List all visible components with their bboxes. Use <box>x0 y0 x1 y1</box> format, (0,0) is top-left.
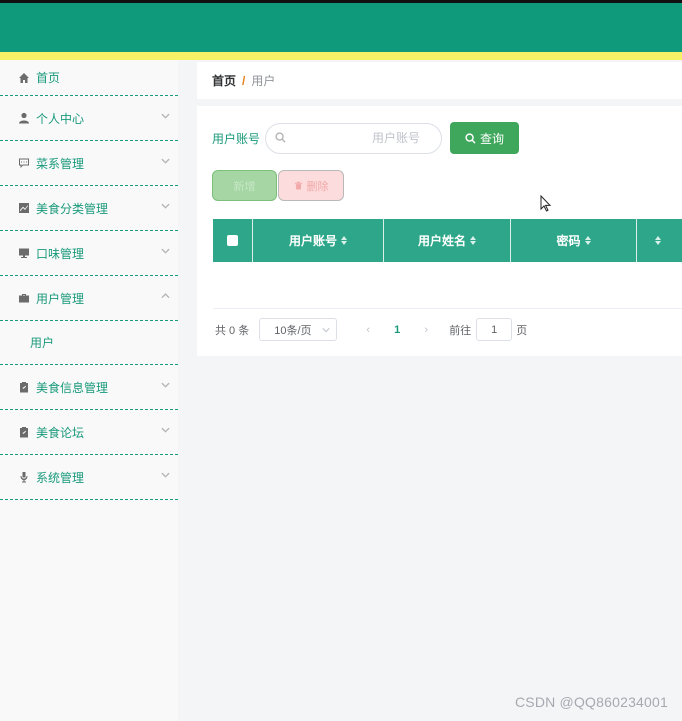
search-input-wrapper <box>265 122 442 154</box>
clipboard-icon <box>17 426 30 439</box>
sidebar-item-flavor[interactable]: 口味管理 <box>0 231 178 276</box>
search-icon <box>465 132 476 144</box>
header-stripe <box>0 52 682 60</box>
sidebar-item-food-info[interactable]: 美食信息管理 <box>0 365 178 410</box>
page-size-select[interactable]: 10条/页 <box>259 318 338 341</box>
content-panel: 用户账号 查询 新增 删除 用户账号 用户姓名 密码 <box>197 106 682 356</box>
breadcrumb: 首页 / 用户 <box>197 62 682 99</box>
next-page-icon[interactable]: › <box>413 324 439 336</box>
breadcrumb-home[interactable]: 首页 <box>212 72 236 89</box>
goto-page-value: 1 <box>491 323 498 336</box>
sidebar-item-cuisine[interactable]: 菜系管理 <box>0 141 178 186</box>
sidebar: 首页 个人中心 菜系管理 美食分类管理 口味管理 用户管理 用户 美食信息管理 … <box>0 60 178 721</box>
sidebar-item-food-category[interactable]: 美食分类管理 <box>0 186 178 231</box>
sidebar-item-label: 系统管理 <box>36 470 85 485</box>
watermark: CSDN @QQ860234001 <box>514 694 668 710</box>
select-all-cell <box>213 219 253 262</box>
column-header-label: 用户姓名 <box>417 234 466 248</box>
sidebar-subitem-label: 用户 <box>30 336 55 350</box>
chevron-down-icon <box>161 111 170 122</box>
sidebar-item-label: 口味管理 <box>36 246 85 261</box>
search-row: 用户账号 查询 <box>212 122 519 154</box>
chevron-down-icon <box>161 156 170 167</box>
search-input[interactable] <box>266 123 441 153</box>
sidebar-item-label: 个人中心 <box>36 111 85 126</box>
sort-icon[interactable] <box>584 236 591 245</box>
sidebar-item-label: 菜系管理 <box>36 156 85 171</box>
home-icon <box>17 71 30 84</box>
pagination: 共 0 条 10条/页 ‹ 1 › 前往 1 页 <box>215 318 527 341</box>
breadcrumb-separator: / <box>242 73 246 88</box>
goto-page-input[interactable]: 1 <box>476 318 513 341</box>
chevron-down-icon <box>161 470 170 481</box>
sidebar-item-food-forum[interactable]: 美食论坛 <box>0 410 178 455</box>
sidebar-item-system[interactable]: 系统管理 <box>0 455 178 500</box>
action-row: 新增 删除 <box>212 170 344 201</box>
column-header-account[interactable]: 用户账号 <box>253 219 384 262</box>
add-button[interactable]: 新增 <box>212 170 277 201</box>
delete-button[interactable]: 删除 <box>278 170 344 201</box>
sidebar-item-user-management[interactable]: 用户管理 <box>0 276 178 321</box>
search-label: 用户账号 <box>212 131 261 146</box>
sort-icon[interactable] <box>341 236 347 245</box>
query-button-label: 查询 <box>479 131 504 146</box>
clipboard-icon <box>17 381 30 394</box>
user-icon <box>17 112 30 125</box>
column-header-label: 用户账号 <box>288 234 337 248</box>
chevron-down-icon <box>161 246 170 257</box>
chevron-up-icon <box>161 291 170 302</box>
sidebar-item-label: 首页 <box>36 71 61 85</box>
chevron-down-icon <box>322 325 330 337</box>
monitor-icon <box>17 247 30 260</box>
chart-icon <box>17 202 30 215</box>
sort-icon[interactable] <box>470 236 476 245</box>
column-header-password[interactable]: 密码 <box>511 219 637 262</box>
sidebar-item-label: 美食论坛 <box>36 425 85 440</box>
sidebar-item-label: 用户管理 <box>36 291 85 306</box>
sidebar-subitem-user[interactable]: 用户 <box>0 321 178 365</box>
pagination-total: 共 0 条 <box>215 324 250 337</box>
goto-label: 前往 <box>449 324 472 337</box>
sidebar-item-label: 美食分类管理 <box>36 201 109 216</box>
page-size-value: 10条/页 <box>274 324 312 337</box>
select-all-checkbox[interactable] <box>227 235 238 246</box>
chevron-down-icon <box>161 425 170 436</box>
add-button-label: 新增 <box>233 180 256 193</box>
sidebar-item-label: 美食信息管理 <box>36 380 109 395</box>
sidebar-item-home[interactable]: 首页 <box>0 60 178 96</box>
top-header <box>0 0 682 60</box>
briefcase-icon <box>17 292 30 305</box>
delete-button-label: 删除 <box>306 180 329 193</box>
column-header-truncated <box>637 219 682 262</box>
column-header-name[interactable]: 用户姓名 <box>384 219 511 262</box>
chat-icon <box>17 157 30 170</box>
sidebar-item-personal-center[interactable]: 个人中心 <box>0 96 178 141</box>
breadcrumb-current: 用户 <box>251 74 276 88</box>
search-icon <box>275 131 286 143</box>
column-header-label: 密码 <box>556 234 581 248</box>
chevron-down-icon <box>161 380 170 391</box>
page-number[interactable]: 1 <box>381 324 413 336</box>
table-header: 用户账号 用户姓名 密码 <box>213 219 682 262</box>
sort-icon <box>655 236 661 245</box>
chevron-down-icon <box>161 201 170 212</box>
mouse-cursor-icon <box>540 194 552 212</box>
query-button[interactable]: 查询 <box>450 122 519 154</box>
table-divider <box>213 308 682 309</box>
trash-icon <box>294 181 302 190</box>
page-unit-label: 页 <box>516 324 528 337</box>
microphone-icon <box>17 471 30 484</box>
prev-page-icon[interactable]: ‹ <box>355 324 381 336</box>
